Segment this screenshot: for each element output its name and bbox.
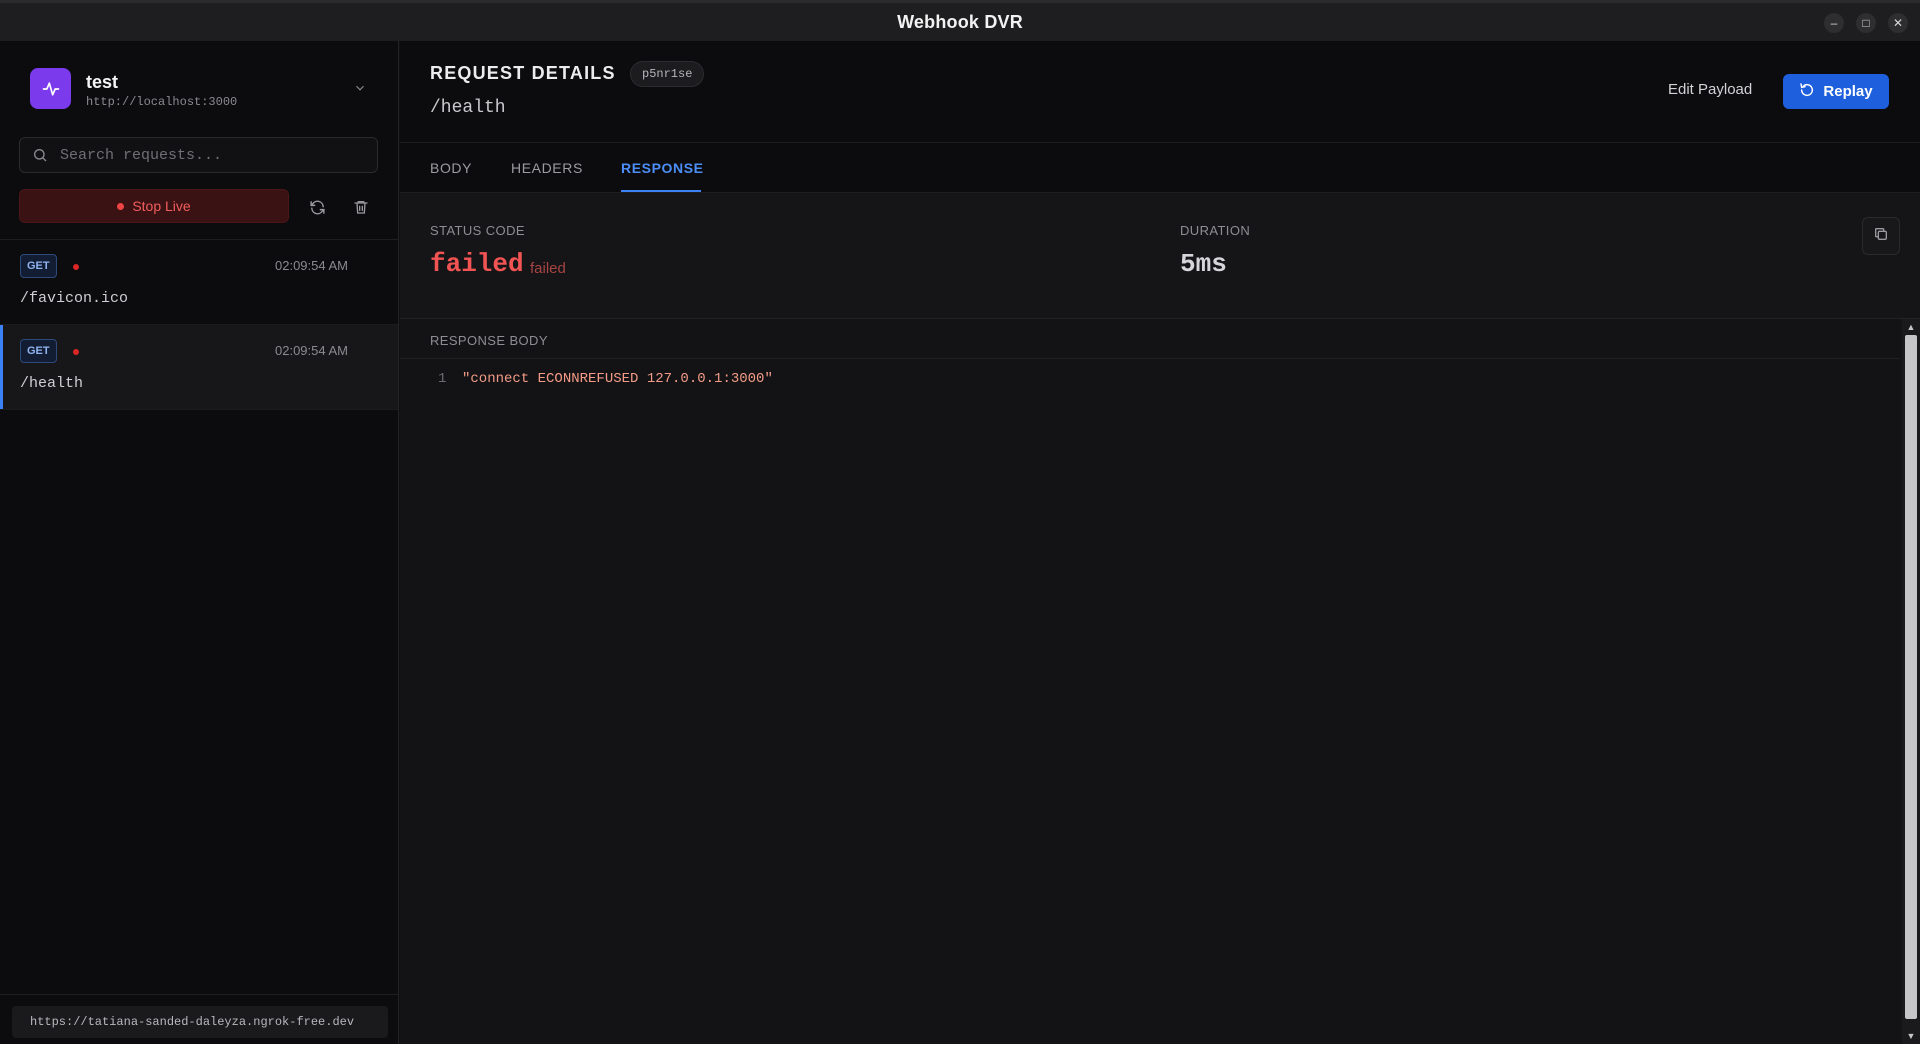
response-body-code: 1 "connect ECONNREFUSED 127.0.0.1:3000" — [400, 371, 1900, 395]
status-code-label: STATUS CODE — [430, 223, 525, 238]
project-name: test — [86, 72, 119, 92]
request-path: /health — [20, 375, 84, 392]
search-input[interactable] — [60, 146, 377, 164]
line-number: 1 — [438, 371, 447, 387]
sidebar: test http://localhost:3000 Stop Live GET… — [0, 41, 399, 1044]
line-text: "connect ECONNREFUSED 127.0.0.1:3000" — [462, 371, 773, 387]
stop-live-label: Stop Live — [132, 198, 191, 214]
activity-icon — [30, 68, 71, 109]
window-controls: – □ ✕ — [1824, 13, 1908, 33]
maximize-icon[interactable]: □ — [1856, 13, 1876, 33]
copy-button[interactable] — [1862, 217, 1900, 255]
response-stats: STATUS CODE failed failed DURATION 5ms — [400, 193, 1920, 319]
replay-label: Replay — [1823, 83, 1873, 100]
detail-tabs: BODY HEADERS RESPONSE — [400, 143, 1920, 193]
request-time: 02:09:54 AM — [275, 343, 348, 358]
search-icon — [20, 147, 60, 163]
method-badge: GET — [20, 339, 57, 363]
request-list: GET 02:09:54 AM /favicon.ico GET 02:09:5… — [0, 239, 398, 410]
response-body-label: RESPONSE BODY — [430, 333, 548, 348]
request-path: /favicon.ico — [20, 290, 129, 307]
window-title: Webhook DVR — [897, 11, 1023, 32]
search-box — [19, 137, 378, 173]
stop-live-button[interactable]: Stop Live — [19, 189, 289, 223]
scrollbar[interactable]: ▲ ▼ — [1902, 319, 1920, 1044]
request-path-heading: /health — [430, 98, 506, 118]
response-body-header: RESPONSE BODY — [400, 319, 1900, 359]
active-tab-indicator — [621, 190, 701, 192]
scroll-up-icon[interactable]: ▲ — [1906, 322, 1916, 332]
status-code-subtext: failed — [530, 260, 566, 277]
replay-icon — [1799, 82, 1815, 102]
tab-headers[interactable]: HEADERS — [511, 160, 583, 176]
tab-response[interactable]: RESPONSE — [621, 160, 704, 176]
code-line: 1 "connect ECONNREFUSED 127.0.0.1:3000" — [400, 371, 1900, 395]
duration-label: DURATION — [1180, 223, 1251, 238]
request-id-badge: p5nr1se — [630, 61, 705, 87]
project-url: http://localhost:3000 — [86, 95, 238, 109]
minimize-icon[interactable]: – — [1824, 13, 1844, 33]
edit-payload-button[interactable]: Edit Payload — [1668, 81, 1752, 98]
close-icon[interactable]: ✕ — [1888, 13, 1908, 33]
details-header: REQUEST DETAILS p5nr1se /health Edit Pay… — [400, 41, 1920, 143]
tunnel-url[interactable]: https://tatiana-sanded-daleyza.ngrok-fre… — [12, 1006, 388, 1038]
request-time: 02:09:54 AM — [275, 258, 348, 273]
scroll-down-icon[interactable]: ▼ — [1906, 1031, 1916, 1041]
main-panel: REQUEST DETAILS p5nr1se /health Edit Pay… — [400, 41, 1920, 1044]
status-dot — [73, 264, 79, 270]
status-code-value: failed — [430, 249, 524, 279]
page-title: REQUEST DETAILS — [430, 63, 616, 83]
list-item[interactable]: GET 02:09:54 AM /favicon.ico — [0, 240, 398, 325]
sidebar-footer: https://tatiana-sanded-daleyza.ngrok-fre… — [0, 994, 398, 1044]
scroll-thumb[interactable] — [1905, 335, 1917, 1019]
replay-button[interactable]: Replay — [1783, 74, 1889, 109]
chevron-down-icon[interactable] — [350, 78, 370, 98]
trash-icon[interactable] — [350, 196, 372, 218]
refresh-icon[interactable] — [306, 196, 328, 218]
method-badge: GET — [20, 254, 57, 278]
live-indicator-icon — [117, 202, 125, 210]
copy-icon — [1873, 226, 1889, 247]
window-titlebar: Webhook DVR – □ ✕ — [0, 0, 1920, 41]
project-selector[interactable]: test http://localhost:3000 — [30, 68, 370, 112]
list-item[interactable]: GET 02:09:54 AM /health — [0, 325, 398, 410]
duration-value: 5ms — [1180, 249, 1227, 279]
tab-body[interactable]: BODY — [430, 160, 472, 176]
status-dot — [73, 349, 79, 355]
